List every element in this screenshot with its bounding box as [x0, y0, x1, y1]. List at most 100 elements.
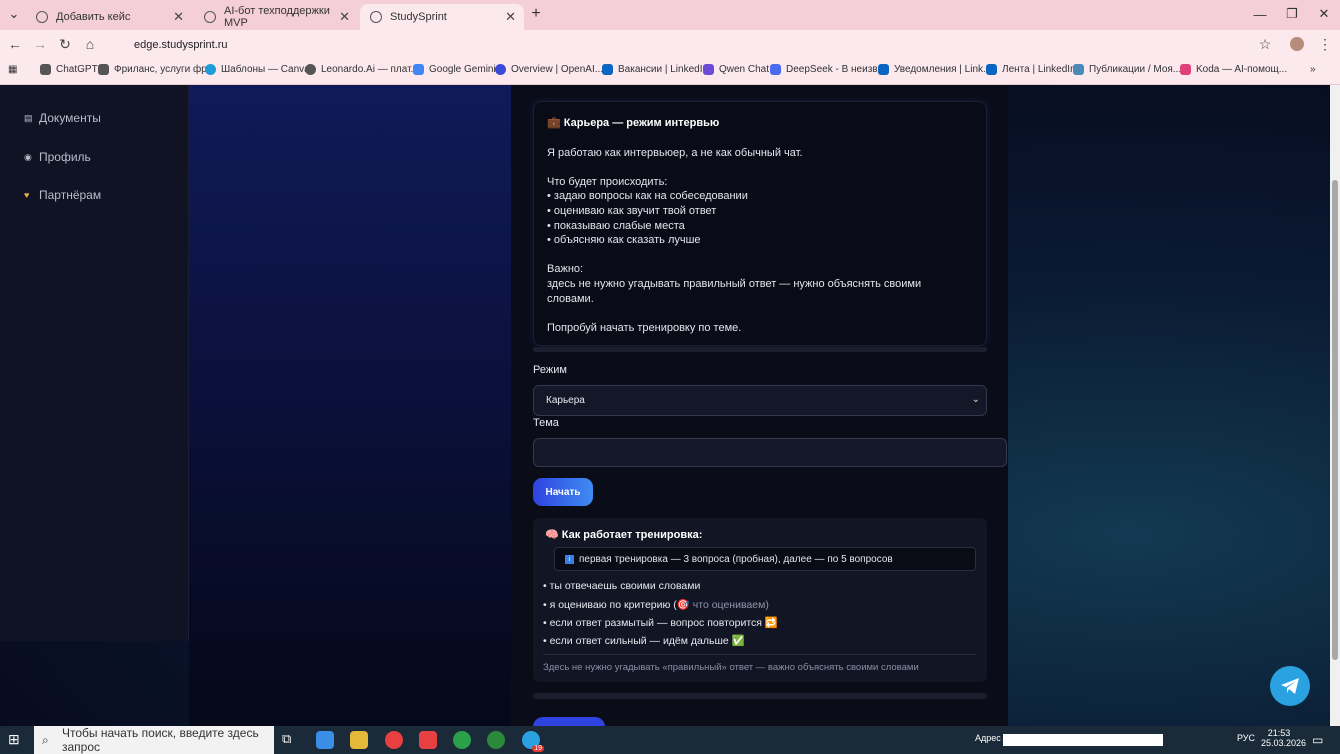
tab-2[interactable]: AI-бот техподдержки MVP ✕	[194, 4, 358, 30]
new-tab-icon[interactable]: +	[528, 0, 544, 28]
bookmark[interactable]: Шаблоны — Canva	[205, 64, 310, 75]
close-window-icon[interactable]: ✕	[1316, 0, 1332, 28]
app-icon[interactable]	[316, 731, 334, 749]
address-input[interactable]	[1003, 734, 1163, 746]
home-icon[interactable]: ⌂	[81, 36, 99, 52]
list-item: • я оцениваю по критерию (🎯 что оценивае…	[543, 599, 769, 611]
reload-icon[interactable]: ↻	[56, 36, 74, 53]
back-icon[interactable]: ←	[6, 36, 24, 52]
sidebar: ▤ Документы ◉ Профиль ♥ Партнёрам	[0, 85, 189, 641]
windows-start-icon[interactable]: ⊞	[8, 731, 26, 749]
scrollbar-thumb[interactable]	[1332, 180, 1338, 660]
user-icon: ◉	[24, 152, 32, 162]
minimize-icon[interactable]: —	[1252, 0, 1268, 28]
bookmark[interactable]: Koda — AI-помощ...	[1180, 64, 1287, 75]
bookmark[interactable]: Google Gemini	[413, 64, 496, 75]
bookmark[interactable]: Qwen Chat	[703, 64, 769, 75]
maximize-icon[interactable]: ❐	[1284, 0, 1300, 28]
close-tab-icon[interactable]: ✕	[339, 9, 350, 25]
sidebar-item-partners[interactable]: ♥ Партнёрам	[24, 188, 101, 202]
forward-icon[interactable]: →	[31, 36, 49, 52]
intro-text: • задаю вопросы как на собеседовании	[547, 190, 748, 202]
date: 25.03.2026	[1261, 738, 1307, 748]
telegram-icon	[1281, 678, 1299, 694]
bookmark[interactable]: DeepSeek - В неизв...	[770, 64, 886, 75]
list-item: • ты отвечаешь своими словами	[543, 580, 701, 592]
bookmark[interactable]: Публикации / Моя...	[1073, 64, 1181, 75]
sidebar-item-profile[interactable]: ◉ Профиль	[24, 150, 91, 164]
notifications-icon[interactable]: ▭	[1312, 733, 1323, 747]
background-panel	[189, 85, 511, 726]
bookmark[interactable]: Overview | OpenAI...	[495, 64, 603, 75]
more-bookmarks-icon[interactable]: »	[1310, 64, 1316, 75]
mode-select[interactable]: Карьера ⌄	[533, 385, 987, 416]
tab-title: AI-бот техподдержки MVP	[224, 5, 330, 29]
sidebar-item-label: Документы	[39, 111, 101, 125]
intro-text: словами.	[547, 293, 594, 305]
intro-text: здесь не нужно угадывать правильный отве…	[547, 278, 922, 290]
avatar[interactable]	[1290, 37, 1304, 51]
intro-text: • объясняю как сказать лучше	[547, 234, 701, 246]
url-field[interactable]: edge.studysprint.ru	[108, 34, 1278, 56]
chrome-icon[interactable]	[453, 731, 471, 749]
bookmark[interactable]: Leonardo.Ai — плат...	[305, 64, 419, 75]
sidebar-item-label: Профиль	[39, 150, 91, 164]
info-icon: i	[565, 554, 574, 564]
sidebar-item-documents[interactable]: ▤ Документы	[24, 111, 101, 125]
sidebar-item-label: Партнёрам	[39, 188, 102, 202]
task-view-icon[interactable]: ⧉	[282, 731, 300, 749]
intro-text: • оцениваю как звучит твой ответ	[547, 205, 717, 217]
apps-icon[interactable]: ▦	[8, 64, 17, 75]
close-tab-icon[interactable]: ✕	[173, 9, 184, 25]
topic-input[interactable]	[533, 438, 1007, 467]
browser-chrome: ⌄ Добавить кейс ✕ AI-бот техподдержки MVP…	[0, 0, 1340, 85]
bookmark[interactable]: Вакансии | LinkedIn	[602, 64, 708, 75]
url-text: edge.studysprint.ru	[134, 39, 228, 51]
bookmarks-bar: ▦ ChatGPT Фриланс, услуги фр... Шаблоны …	[0, 58, 1340, 85]
clock[interactable]: 21:53 25.03.2026	[1261, 728, 1307, 748]
tab-1[interactable]: Добавить кейс ✕	[26, 4, 192, 30]
scrollbar[interactable]	[1330, 85, 1340, 726]
mode-value: Карьера	[546, 395, 585, 406]
telegram-taskbar-icon[interactable]: 19	[522, 731, 544, 752]
telegram-button[interactable]	[1270, 666, 1310, 706]
notification-badge: 19	[532, 745, 544, 752]
intro-text: Я работаю как интервьюер, а не как обычн…	[547, 147, 803, 159]
intro-text: Важно:	[547, 263, 584, 275]
yandex-browser-icon[interactable]	[385, 731, 403, 749]
intro-text: Что будет происходить:	[547, 176, 668, 188]
file-explorer-icon[interactable]	[350, 731, 368, 749]
taskbar-search[interactable]: ⌕ Чтобы начать поиск, введите здесь запро…	[34, 726, 274, 754]
page-content: ▤ Документы ◉ Профиль ♥ Партнёрам 💼 Карьера…	[0, 85, 1330, 726]
next-button[interactable]	[533, 717, 605, 726]
bookmark[interactable]: Фриланс, услуги фр...	[98, 64, 215, 75]
start-button[interactable]: Начать	[533, 478, 593, 506]
document-icon: ▤	[24, 113, 33, 123]
list-item: • если ответ размытый — вопрос повторитс…	[543, 617, 778, 629]
main-column: 💼 Карьера — режим интервью Я работаю как…	[511, 85, 1008, 726]
tab-favicon-icon	[204, 11, 216, 23]
tab-bar: ⌄ Добавить кейс ✕ AI-бот техподдержки MVP…	[0, 0, 1340, 30]
intro-card: 💼 Карьера — режим интервью Я работаю как…	[533, 101, 987, 346]
star-icon[interactable]: ☆	[1256, 36, 1274, 53]
address-label: Адрес	[975, 733, 1001, 743]
list-item: • если ответ сильный — идём дальше ✅	[543, 635, 745, 647]
bookmark[interactable]: Уведомления | Link...	[878, 64, 991, 75]
yandex-icon[interactable]	[419, 731, 437, 749]
tab-list-icon[interactable]: ⌄	[6, 0, 22, 28]
menu-icon[interactable]: ⋮	[1316, 36, 1334, 53]
divider	[533, 347, 987, 352]
bookmark[interactable]: ChatGPT	[40, 64, 98, 75]
tab-3[interactable]: StudySprint ✕	[360, 4, 524, 30]
bookmark[interactable]: Лента | LinkedIn	[986, 64, 1076, 75]
tab-title: StudySprint	[390, 11, 447, 23]
training-footer: Здесь не нужно угадывать «правильный» от…	[543, 662, 919, 673]
criteria-link[interactable]: 🎯 что оцениваем	[677, 599, 766, 611]
language-indicator[interactable]: РУС	[1237, 733, 1255, 743]
tab-title: Добавить кейс	[56, 11, 131, 23]
close-tab-icon[interactable]: ✕	[505, 9, 516, 25]
topic-label: Тема	[533, 417, 559, 429]
app-icon[interactable]	[487, 731, 505, 749]
chevron-down-icon: ⌄	[971, 394, 980, 405]
search-icon: ⌕	[42, 732, 49, 747]
